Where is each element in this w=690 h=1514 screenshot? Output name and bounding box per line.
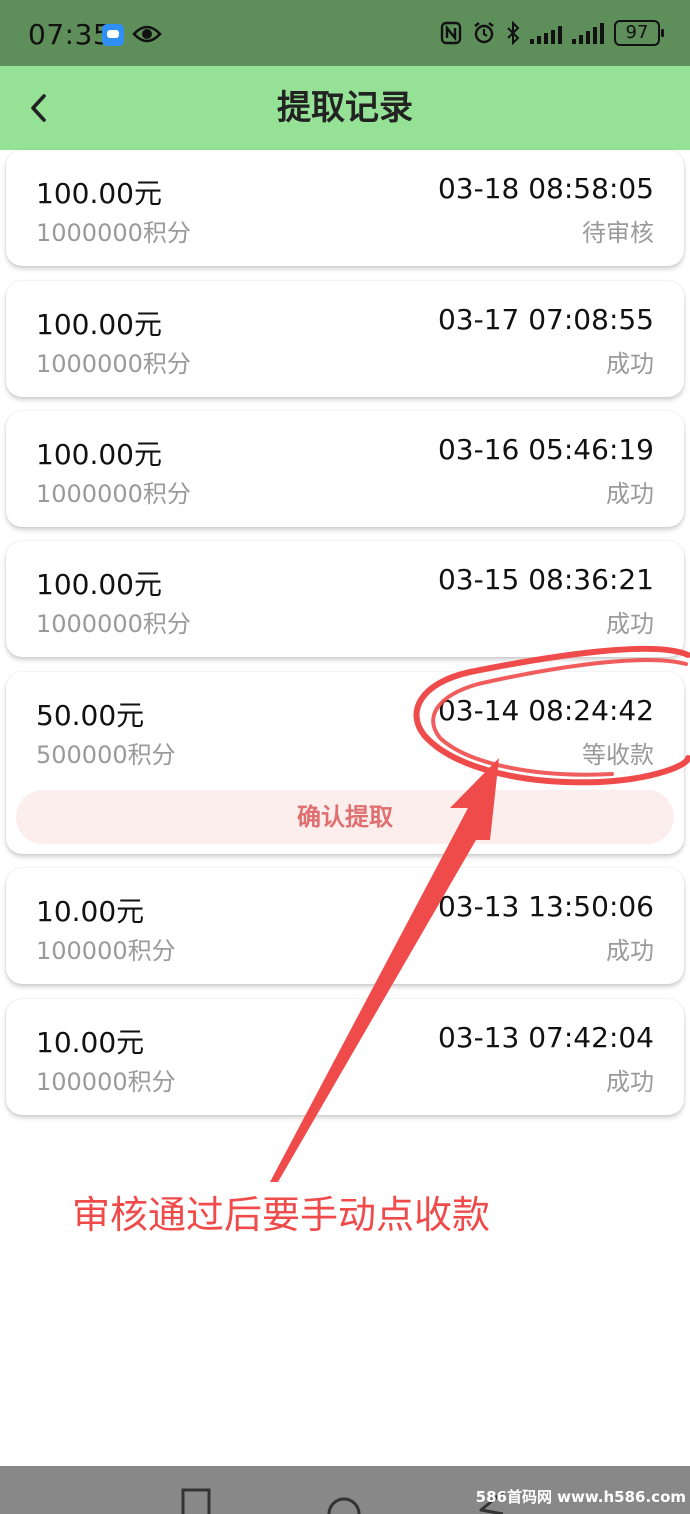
circle-icon: [327, 1497, 361, 1514]
record-points: 1000000积分: [36, 610, 191, 638]
navigation-bar: 586首码网 www.h586.com: [0, 1466, 690, 1514]
bluetooth-icon: [507, 21, 520, 45]
record-points: 1000000积分: [36, 219, 191, 247]
record-card[interactable]: 100.00元 1000000积分 03-15 08:36:21 成功: [6, 541, 684, 657]
confirm-withdraw-button[interactable]: 确认提取: [16, 790, 674, 844]
watermark: 586首码网 www.h586.com: [475, 1488, 686, 1506]
page-title: 提取记录: [277, 88, 413, 128]
record-amount: 100.00元: [36, 308, 162, 341]
record-time: 03-13 13:50:06: [437, 890, 654, 923]
record-card[interactable]: 100.00元 1000000积分 03-18 08:58:05 待审核: [6, 150, 684, 266]
record-amount: 50.00元: [36, 699, 145, 732]
record-points: 1000000积分: [36, 350, 191, 378]
nfc-icon: [440, 21, 462, 45]
alarm-icon: [474, 22, 494, 44]
record-status: 待审核: [582, 219, 654, 247]
record-card[interactable]: 100.00元 1000000积分 03-17 07:08:55 成功: [6, 281, 684, 397]
record-amount: 100.00元: [36, 177, 162, 210]
chat-notification-icon: [102, 24, 124, 46]
record-card[interactable]: 10.00元 100000积分 03-13 13:50:06 成功: [6, 868, 684, 984]
record-card[interactable]: 100.00元 1000000积分 03-16 05:46:19 成功: [6, 411, 684, 527]
record-time: 03-16 05:46:19: [437, 433, 654, 466]
record-card-pending[interactable]: 50.00元 500000积分 03-14 08:24:42 等收款 确认提取: [6, 672, 684, 854]
record-time: 03-14 08:24:42: [437, 694, 654, 727]
app-header: 提取记录: [0, 66, 690, 150]
record-points: 500000积分: [36, 741, 176, 769]
record-amount: 100.00元: [36, 568, 162, 601]
status-icons: 97: [440, 18, 664, 48]
record-amount: 10.00元: [36, 1026, 145, 1059]
status-time: 07:35: [28, 18, 112, 51]
square-icon: [181, 1488, 211, 1514]
record-points: 100000积分: [36, 1068, 176, 1096]
record-status: 等收款: [582, 741, 654, 769]
record-time: 03-15 08:36:21: [437, 563, 654, 596]
signal-strength-2-icon: [572, 22, 604, 44]
status-bar: 07:35 97: [0, 0, 690, 66]
record-status: 成功: [606, 1068, 654, 1096]
record-points: 100000积分: [36, 937, 176, 965]
record-status: 成功: [606, 937, 654, 965]
battery-icon: 97: [614, 20, 664, 46]
record-status: 成功: [606, 610, 654, 638]
record-status: 成功: [606, 480, 654, 508]
record-amount: 100.00元: [36, 438, 162, 471]
record-card[interactable]: 10.00元 100000积分 03-13 07:42:04 成功: [6, 999, 684, 1115]
annotation-text: 审核通过后要手动点收款: [72, 1193, 491, 1237]
record-amount: 10.00元: [36, 895, 145, 928]
record-status: 成功: [606, 350, 654, 378]
record-points: 1000000积分: [36, 480, 191, 508]
record-time: 03-13 07:42:04: [437, 1021, 654, 1054]
signal-strength-icon: [530, 22, 562, 44]
record-time: 03-18 08:58:05: [437, 172, 654, 205]
record-time: 03-17 07:08:55: [437, 303, 654, 336]
home-button[interactable]: [314, 1466, 374, 1514]
recents-button[interactable]: [166, 1466, 226, 1514]
eye-icon: [132, 25, 162, 43]
